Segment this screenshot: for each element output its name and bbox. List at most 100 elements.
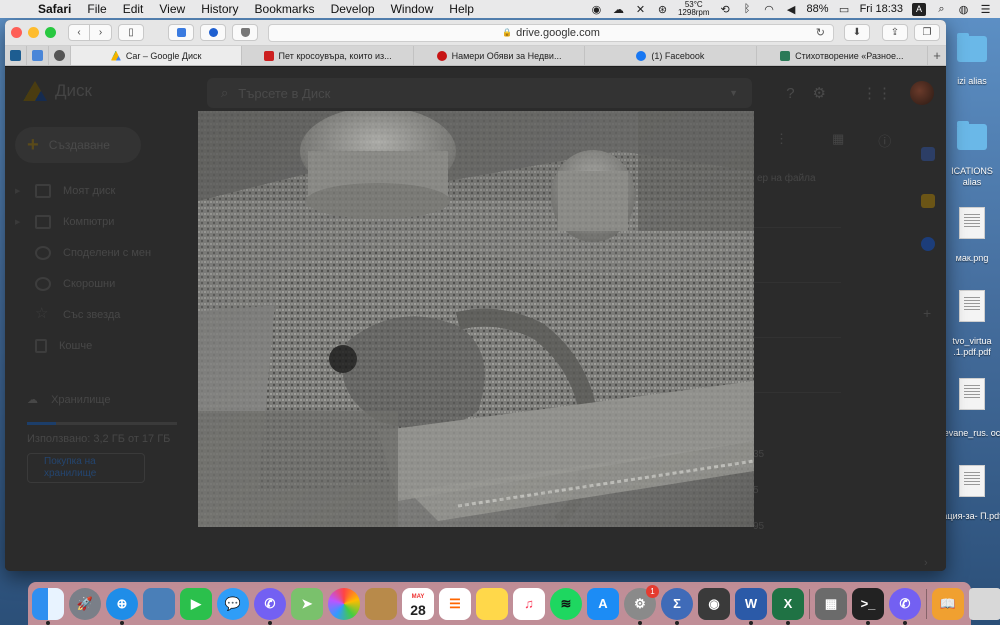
- temperature-readout[interactable]: 53°C 1298rpm: [678, 1, 710, 17]
- system-preferences-icon[interactable]: ⚙ 1: [624, 584, 659, 625]
- help-icon[interactable]: ?: [786, 85, 794, 102]
- terminal-icon[interactable]: >_: [852, 587, 884, 625]
- facetime-icon[interactable]: ▶: [180, 587, 212, 620]
- search-options-icon[interactable]: ▼: [729, 88, 738, 98]
- cloud-icon[interactable]: ☁: [612, 3, 625, 16]
- extension-shield-icon[interactable]: [200, 24, 226, 41]
- maps-icon[interactable]: ➤: [291, 587, 323, 620]
- tab-real-estate[interactable]: Намери Обяви за Недви...: [414, 46, 586, 65]
- app-store-icon[interactable]: A: [587, 587, 619, 620]
- avatar[interactable]: [910, 81, 934, 105]
- menu-view[interactable]: View: [151, 2, 193, 16]
- extension-hex-icon[interactable]: [168, 24, 194, 41]
- info-icon[interactable]: ⓘ: [878, 131, 891, 150]
- create-button[interactable]: + Създаване: [15, 127, 141, 163]
- word-icon[interactable]: W: [735, 587, 767, 625]
- expand-caret-icon[interactable]: ▶: [15, 187, 23, 195]
- close-window-icon[interactable]: [11, 27, 22, 38]
- photos-icon[interactable]: [328, 587, 360, 620]
- tab-drive[interactable]: Car – Google Диск: [71, 46, 243, 65]
- messages-icon[interactable]: 💬: [217, 587, 249, 620]
- spotify-icon[interactable]: ≋: [550, 587, 582, 620]
- viber-icon[interactable]: ✆: [254, 587, 286, 625]
- share-icon[interactable]: ⇪: [882, 24, 908, 41]
- menu-bookmarks[interactable]: Bookmarks: [247, 2, 323, 16]
- tab-crossovers[interactable]: Пет кросоувъра, които из...: [242, 46, 414, 65]
- more-options-icon[interactable]: ⋮: [775, 131, 788, 150]
- tab-poem[interactable]: Стихотворение «Разное...: [757, 46, 929, 65]
- menu-help[interactable]: Help: [441, 2, 482, 16]
- nav-recent[interactable]: Скорошни: [15, 268, 185, 299]
- wifi-icon[interactable]: ◠: [763, 3, 776, 16]
- drive-logo-icon[interactable]: [23, 81, 47, 101]
- menu-window[interactable]: Window: [383, 2, 442, 16]
- battery-percent[interactable]: 88%: [807, 3, 829, 15]
- file-name-header[interactable]: ер на файла: [757, 173, 816, 184]
- nav-computers[interactable]: ▶ Компютри: [15, 206, 185, 237]
- add-addon-icon[interactable]: +: [923, 305, 931, 321]
- fullscreen-window-icon[interactable]: [45, 27, 56, 38]
- minimize-window-icon[interactable]: [28, 27, 39, 38]
- calculator-icon[interactable]: ▦: [815, 587, 847, 620]
- nav-my-drive[interactable]: ▶ Моят диск: [15, 175, 185, 206]
- trash-bin-icon[interactable]: [969, 587, 1000, 620]
- buy-storage-button[interactable]: Покупка на хранилище: [27, 453, 145, 483]
- calendar-icon[interactable]: MAY 28: [402, 587, 434, 620]
- desktop-item-5[interactable]: ация-за- П.pdf: [942, 465, 1000, 522]
- drive-search[interactable]: ⌕ Търсете в Диск ▼: [207, 78, 752, 108]
- math-app-icon[interactable]: Σ: [661, 587, 693, 625]
- menu-develop[interactable]: Develop: [323, 2, 383, 16]
- time-machine-icon[interactable]: ⟲: [719, 3, 732, 16]
- tab-overview-icon[interactable]: ❐: [914, 24, 940, 41]
- drive-brand[interactable]: Диск: [55, 81, 92, 101]
- input-source-icon[interactable]: A: [912, 2, 926, 16]
- finder-icon[interactable]: [32, 587, 64, 625]
- nav-shared[interactable]: Споделени с мен: [15, 237, 185, 268]
- grid-view-icon[interactable]: ▦: [832, 131, 844, 150]
- storage-title-row[interactable]: ☁ Хранилище: [27, 393, 177, 406]
- back-button[interactable]: ‹: [68, 24, 90, 41]
- calendar-addon-icon[interactable]: [921, 147, 935, 161]
- notes-icon[interactable]: [476, 587, 508, 620]
- viber-status-icon[interactable]: ◉: [590, 3, 603, 16]
- downloads-icon[interactable]: ⬇: [844, 24, 870, 41]
- forward-button[interactable]: ›: [90, 24, 112, 41]
- xcode-status-icon[interactable]: ✕: [634, 3, 647, 16]
- excel-icon[interactable]: X: [772, 587, 804, 625]
- menu-file[interactable]: File: [79, 2, 114, 16]
- new-tab-button[interactable]: +: [928, 46, 946, 65]
- battery-icon[interactable]: ▭: [838, 3, 851, 16]
- desktop-item-3[interactable]: tvo_virtua .1.pdf.pdf: [942, 290, 1000, 358]
- expand-caret-icon[interactable]: ▶: [15, 218, 23, 226]
- nav-starred[interactable]: ☆ Със звезда: [15, 299, 185, 330]
- menu-app-name[interactable]: Safari: [30, 2, 79, 16]
- reminders-icon[interactable]: ☰: [439, 587, 471, 620]
- bluetooth-icon[interactable]: ᛒ: [741, 3, 754, 16]
- reload-icon[interactable]: ↻: [816, 26, 825, 39]
- viber-2-icon[interactable]: ✆: [889, 587, 921, 625]
- desktop-item-1[interactable]: ICATIONS alias: [942, 121, 1000, 188]
- preview-icon[interactable]: [143, 587, 175, 620]
- menu-edit[interactable]: Edit: [115, 2, 152, 16]
- pinned-tab-3[interactable]: [49, 46, 71, 65]
- tab-facebook[interactable]: (1) Facebook: [585, 46, 757, 65]
- pinned-tab-1[interactable]: [5, 46, 27, 65]
- safari-icon[interactable]: ⊕: [106, 587, 138, 625]
- apps-grid-icon[interactable]: ⋮⋮: [862, 84, 892, 102]
- volume-icon[interactable]: ◀: [785, 3, 798, 16]
- tasks-addon-icon[interactable]: [921, 237, 935, 251]
- spotlight-icon[interactable]: ⌕: [935, 3, 948, 16]
- nav-trash[interactable]: Кошче: [15, 330, 185, 361]
- expand-panel-icon[interactable]: ›: [924, 557, 928, 569]
- music-icon[interactable]: ♫: [513, 587, 545, 620]
- keep-addon-icon[interactable]: [921, 194, 935, 208]
- menu-history[interactable]: History: [193, 2, 246, 16]
- address-bar[interactable]: 🔒 drive.google.com ↻: [268, 23, 834, 42]
- sidebar-toggle-icon[interactable]: ▯: [118, 24, 144, 41]
- settings-gear-icon[interactable]: ⚙: [813, 84, 826, 102]
- notification-center-icon[interactable]: ☰: [979, 3, 992, 16]
- contacts-icon[interactable]: [365, 587, 397, 620]
- privacy-report-icon[interactable]: [232, 24, 258, 41]
- desktop-item-2[interactable]: мак.png: [942, 207, 1000, 264]
- screenshot-icon[interactable]: ◉: [698, 587, 730, 620]
